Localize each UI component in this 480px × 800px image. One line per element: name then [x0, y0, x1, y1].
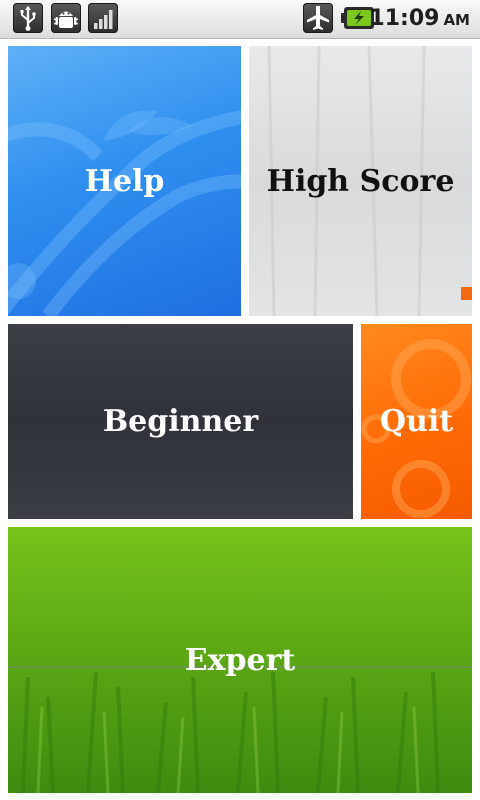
beginner-tile[interactable]: Beginner: [8, 324, 353, 519]
clock-ampm: AM: [443, 11, 470, 29]
expert-tile[interactable]: Expert: [8, 527, 472, 793]
high-score-label: High Score: [266, 163, 455, 199]
signal-bars-icon: [88, 3, 118, 33]
android-debug-icon: [51, 3, 81, 33]
high-score-tile[interactable]: High Score: [249, 46, 472, 316]
airplane-mode-icon: [303, 3, 333, 33]
quit-label: Quit: [379, 404, 454, 439]
expert-label: Expert: [184, 642, 296, 678]
quit-tile[interactable]: Quit: [361, 324, 472, 519]
beginner-label: Beginner: [102, 404, 259, 439]
clock: 11:09 AM: [369, 5, 470, 33]
usb-icon: [13, 3, 43, 33]
clock-time: 11:09: [369, 6, 440, 31]
help-label: Help: [84, 163, 165, 199]
status-bar: 11:09 AM: [0, 0, 480, 39]
orange-marker: [461, 287, 472, 300]
help-tile[interactable]: Help: [8, 46, 241, 316]
